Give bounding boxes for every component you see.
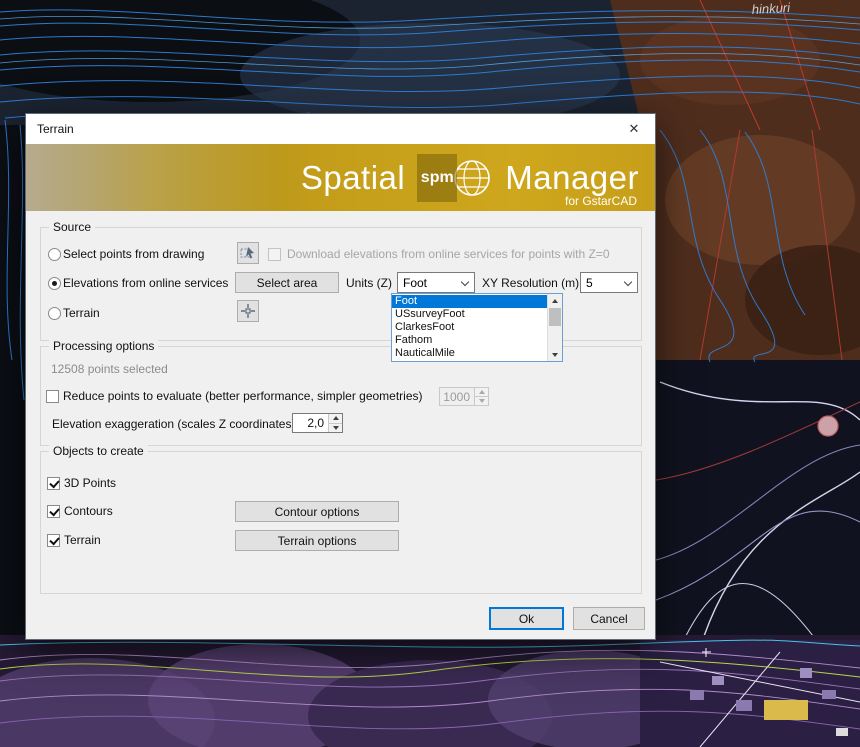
terrain-dialog: Terrain ✕ Spatial spm Manager for GstarC… (25, 113, 656, 640)
map-place-label: hinkuri (751, 0, 791, 17)
xy-resolution-label: XY Resolution (m) (482, 276, 579, 290)
select-area-button[interactable]: Select area (235, 272, 339, 293)
crosshair-point-icon (240, 303, 256, 319)
ok-button[interactable]: Ok (489, 607, 564, 630)
objects-groupbox: Objects to create 3D Points Contours Con… (40, 451, 642, 594)
radio-online-elevations[interactable] (48, 277, 61, 290)
points-selected-text: 12508 points selected (51, 362, 168, 376)
scroll-down-icon[interactable] (548, 348, 562, 361)
radio-online-elevations-label: Elevations from online services (63, 276, 228, 290)
dropdown-option-foot[interactable]: Foot (392, 295, 547, 308)
cursor-pick-icon (240, 245, 256, 261)
checkbox-contours-label: Contours (64, 504, 113, 518)
checkbox-reduce-points[interactable] (46, 390, 59, 403)
units-dropdown-list: Foot USsurveyFoot ClarkesFoot Fathom Nau… (391, 293, 563, 362)
source-group-label: Source (49, 220, 95, 234)
close-button[interactable]: ✕ (613, 114, 655, 144)
checkbox-download-elevations-label: Download elevations from online services… (287, 247, 610, 261)
cancel-button[interactable]: Cancel (573, 607, 645, 630)
spinner-down-icon[interactable] (328, 423, 342, 433)
dialog-title: Terrain (37, 122, 74, 136)
processing-group-label: Processing options (49, 339, 158, 353)
radio-select-points[interactable] (48, 248, 61, 261)
radio-terrain-source-label: Terrain (63, 306, 100, 320)
chevron-down-icon (624, 278, 632, 286)
xy-resolution-combobox[interactable]: 5 (580, 272, 638, 293)
reduce-points-value: 1000 (440, 388, 474, 405)
radio-terrain-source[interactable] (48, 307, 61, 320)
xy-resolution-value: 5 (586, 276, 593, 290)
dropdown-option-fathom[interactable]: Fathom (392, 334, 547, 347)
dropdown-option-nauticalmile[interactable]: NauticalMile (392, 347, 547, 360)
radio-select-points-label: Select points from drawing (63, 247, 204, 261)
brand-manager-text: Manager (505, 159, 639, 197)
scroll-up-icon[interactable] (548, 294, 562, 307)
checkbox-contours[interactable] (47, 505, 60, 518)
exaggeration-label: Elevation exaggeration (scales Z coordin… (52, 417, 295, 431)
spinner-up-icon[interactable] (474, 388, 488, 396)
pick-terrain-button[interactable] (237, 300, 259, 322)
dropdown-option-clarkesfoot[interactable]: ClarkesFoot (392, 321, 547, 334)
chevron-down-icon (461, 278, 469, 286)
exaggeration-spinner[interactable]: 2,0 (292, 413, 343, 433)
titlebar[interactable]: Terrain ✕ (26, 114, 655, 144)
terrain-options-button[interactable]: Terrain options (235, 530, 399, 551)
screen: hinkuri Terrain ✕ Spatial spm Manager fo… (0, 0, 860, 747)
checkbox-3d-points-label: 3D Points (64, 476, 116, 490)
spinner-up-icon[interactable] (328, 414, 342, 423)
checkbox-3d-points[interactable] (47, 477, 60, 490)
scrollbar-thumb[interactable] (549, 308, 561, 326)
exaggeration-value: 2,0 (293, 414, 328, 432)
spm-logo: spm (417, 154, 457, 202)
checkbox-terrain[interactable] (47, 534, 60, 547)
objects-group-label: Objects to create (49, 444, 148, 458)
contour-options-button[interactable]: Contour options (235, 501, 399, 522)
spinner-down-icon[interactable] (474, 396, 488, 405)
checkbox-reduce-points-label: Reduce points to evaluate (better perfor… (63, 389, 423, 403)
dropdown-scrollbar[interactable] (547, 294, 562, 361)
dropdown-option-ussurveyfoot[interactable]: USsurveyFoot (392, 308, 547, 321)
units-label: Units (Z) (346, 276, 392, 290)
checkbox-download-elevations[interactable] (268, 248, 281, 261)
pick-points-button[interactable] (237, 242, 259, 264)
reduce-points-spinner[interactable]: 1000 (439, 387, 489, 406)
brand-banner: Spatial spm Manager for GstarCAD (26, 144, 655, 211)
units-combobox-value: Foot (403, 276, 427, 290)
for-gstarcad-text: for GstarCAD (565, 194, 637, 208)
units-combobox[interactable]: Foot (397, 272, 475, 293)
checkbox-terrain-label: Terrain (64, 533, 101, 547)
brand-spatial-text: Spatial (301, 159, 405, 197)
units-dropdown-items: Foot USsurveyFoot ClarkesFoot Fathom Nau… (392, 294, 547, 361)
